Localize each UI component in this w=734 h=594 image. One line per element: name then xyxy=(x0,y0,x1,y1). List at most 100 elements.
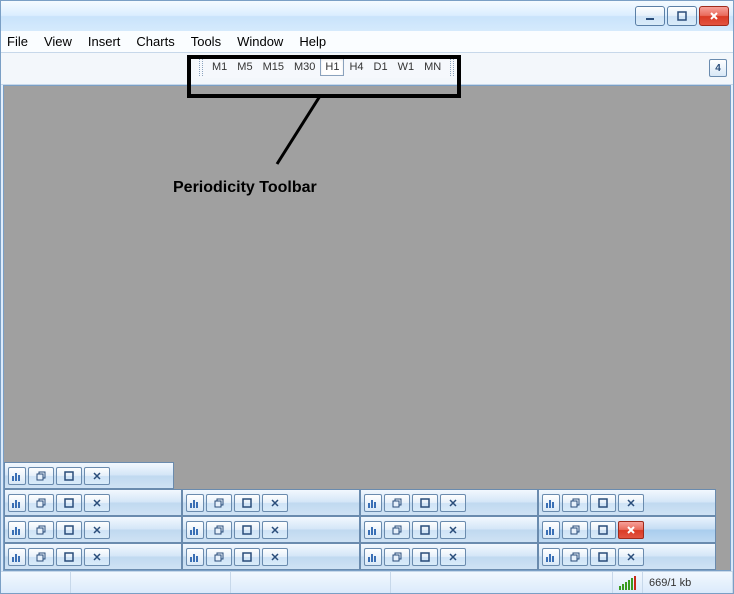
mdi-close-button[interactable] xyxy=(262,521,288,539)
mdi-window[interactable] xyxy=(4,489,182,516)
mdi-close-button[interactable] xyxy=(618,494,644,512)
mdi-close-button[interactable] xyxy=(618,548,644,566)
maximize-button[interactable] xyxy=(667,6,697,26)
mdi-window[interactable] xyxy=(182,489,360,516)
period-mn[interactable]: MN xyxy=(419,58,446,76)
period-h4[interactable]: H4 xyxy=(344,58,368,76)
mdi-window[interactable] xyxy=(538,489,716,516)
chart-icon xyxy=(364,548,382,566)
mdi-close-button[interactable] xyxy=(84,548,110,566)
restore-icon xyxy=(36,471,46,481)
mdi-maximize-button[interactable] xyxy=(234,548,260,566)
mdi-close-button[interactable] xyxy=(262,494,288,512)
menu-insert[interactable]: Insert xyxy=(88,34,121,49)
close-icon xyxy=(448,525,458,535)
period-m15[interactable]: M15 xyxy=(258,58,289,76)
period-m5[interactable]: M5 xyxy=(232,58,257,76)
mdi-restore-button[interactable] xyxy=(28,548,54,566)
mdi-close-button[interactable] xyxy=(440,521,466,539)
mdi-close-button[interactable] xyxy=(84,494,110,512)
mdi-restore-button[interactable] xyxy=(206,548,232,566)
mdi-restore-button[interactable] xyxy=(384,521,410,539)
minimize-button[interactable] xyxy=(635,6,665,26)
mdi-restore-button[interactable] xyxy=(384,494,410,512)
mdi-window[interactable] xyxy=(4,462,174,489)
mdi-maximize-button[interactable] xyxy=(412,548,438,566)
period-m30[interactable]: M30 xyxy=(289,58,320,76)
periodicity-toolbar: M1 M5 M15 M30 H1 H4 D1 W1 MN xyxy=(195,56,458,78)
windows-count-badge[interactable]: 4 xyxy=(709,59,727,77)
mdi-window-active[interactable] xyxy=(538,516,716,543)
mdi-restore-button[interactable] xyxy=(206,494,232,512)
minimize-icon xyxy=(645,11,655,21)
chart-icon xyxy=(542,521,560,539)
chart-icon xyxy=(542,548,560,566)
menu-tools[interactable]: Tools xyxy=(191,34,221,49)
maximize-icon xyxy=(598,498,608,508)
mdi-restore-button[interactable] xyxy=(562,521,588,539)
close-button[interactable] xyxy=(699,6,729,26)
close-icon xyxy=(626,552,636,562)
period-h1[interactable]: H1 xyxy=(320,58,344,76)
mdi-close-button[interactable] xyxy=(84,521,110,539)
mdi-restore-button[interactable] xyxy=(562,494,588,512)
restore-icon xyxy=(392,552,402,562)
restore-icon xyxy=(36,498,46,508)
mdi-maximize-button[interactable] xyxy=(412,494,438,512)
chart-icon xyxy=(542,494,560,512)
mdi-close-button[interactable] xyxy=(440,548,466,566)
menu-view[interactable]: View xyxy=(44,34,72,49)
maximize-icon xyxy=(242,552,252,562)
connection-signal xyxy=(613,572,643,593)
menu-file[interactable]: File xyxy=(7,34,28,49)
mdi-window[interactable] xyxy=(182,543,360,570)
mdi-maximize-button[interactable] xyxy=(56,467,82,485)
mdi-maximize-button[interactable] xyxy=(590,494,616,512)
mdi-restore-button[interactable] xyxy=(562,548,588,566)
mdi-restore-button[interactable] xyxy=(206,521,232,539)
toolbar-grip-icon[interactable] xyxy=(450,58,454,76)
mdi-maximize-button[interactable] xyxy=(56,548,82,566)
period-m1[interactable]: M1 xyxy=(207,58,232,76)
mdi-window[interactable] xyxy=(360,489,538,516)
toolbar-grip-icon[interactable] xyxy=(199,58,203,76)
mdi-restore-button[interactable] xyxy=(28,521,54,539)
period-w1[interactable]: W1 xyxy=(393,58,420,76)
mdi-window[interactable] xyxy=(4,516,182,543)
maximize-icon xyxy=(598,552,608,562)
mdi-maximize-button[interactable] xyxy=(56,521,82,539)
mdi-close-button[interactable] xyxy=(440,494,466,512)
menu-help[interactable]: Help xyxy=(299,34,326,49)
mdi-restore-button[interactable] xyxy=(28,494,54,512)
mdi-window[interactable] xyxy=(182,516,360,543)
mdi-window[interactable] xyxy=(360,543,538,570)
mdi-window[interactable] xyxy=(360,516,538,543)
mdi-maximize-button[interactable] xyxy=(412,521,438,539)
mdi-maximize-button[interactable] xyxy=(234,494,260,512)
mdi-close-button[interactable] xyxy=(262,548,288,566)
mdi-restore-button[interactable] xyxy=(28,467,54,485)
status-cell xyxy=(71,572,231,593)
close-icon xyxy=(92,471,102,481)
menu-window[interactable]: Window xyxy=(237,34,283,49)
period-d1[interactable]: D1 xyxy=(369,58,393,76)
mdi-maximize-button[interactable] xyxy=(590,521,616,539)
chart-icon xyxy=(8,521,26,539)
mdi-close-button[interactable] xyxy=(84,467,110,485)
mdi-restore-button[interactable] xyxy=(384,548,410,566)
mdi-maximize-button[interactable] xyxy=(56,494,82,512)
mdi-close-button[interactable] xyxy=(618,521,644,539)
close-icon xyxy=(270,525,280,535)
chart-icon xyxy=(364,494,382,512)
close-icon xyxy=(626,525,636,535)
mdi-window[interactable] xyxy=(4,543,182,570)
menu-charts[interactable]: Charts xyxy=(136,34,174,49)
close-icon xyxy=(92,498,102,508)
mdi-maximize-button[interactable] xyxy=(234,521,260,539)
mdi-maximize-button[interactable] xyxy=(590,548,616,566)
close-icon xyxy=(92,552,102,562)
traffic-counter: 669/1 kb xyxy=(643,572,733,593)
mdi-window[interactable] xyxy=(538,543,716,570)
maximize-icon xyxy=(64,525,74,535)
close-icon xyxy=(709,11,719,21)
